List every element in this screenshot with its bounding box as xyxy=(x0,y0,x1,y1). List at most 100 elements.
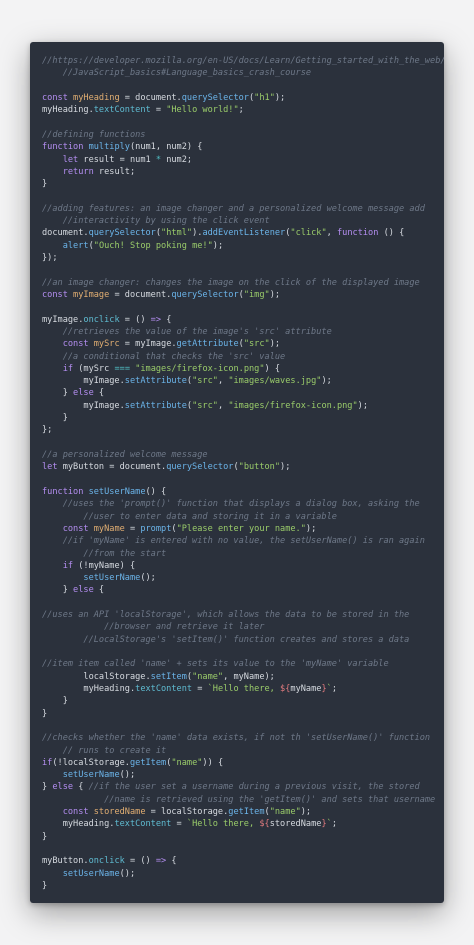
code-string: "images/waves.jpg" xyxy=(228,376,322,387)
code-line: } xyxy=(42,178,438,190)
code-text: ); xyxy=(212,240,224,251)
code-text: (); xyxy=(119,770,136,781)
code-text: localStorage. xyxy=(42,671,151,682)
code-string: "src" xyxy=(192,400,218,411)
code-function-name: querySelector xyxy=(166,462,234,473)
code-function-name: setUserName xyxy=(83,573,141,584)
code-comment: //if the user set a username during a pr… xyxy=(88,782,420,793)
code-text: result; xyxy=(93,166,136,177)
code-string: "Hello world!" xyxy=(166,105,239,116)
code-text: }; xyxy=(42,425,53,436)
code-property: textContent xyxy=(114,819,172,830)
code-string: `Hello there, xyxy=(186,819,260,830)
code-comment: //checks whether the 'name' data exists,… xyxy=(42,733,431,744)
code-text: myHeading. xyxy=(42,105,94,116)
code-comment: //from the start xyxy=(42,548,167,559)
code-keyword: else xyxy=(73,585,94,596)
code-line: myImage.setAttribute("src", "images/fire… xyxy=(42,400,438,412)
code-string: "images/firefox-icon.png" xyxy=(135,363,265,374)
code-identifier: storedName xyxy=(93,807,146,818)
code-text: , xyxy=(217,400,229,411)
code-text: () { xyxy=(378,228,405,239)
code-text: } xyxy=(42,585,74,596)
code-line: const myName = prompt("Please enter your… xyxy=(42,523,438,535)
code-function-name: setAttribute xyxy=(124,376,187,387)
code-text: myImage. xyxy=(42,314,84,325)
code-text: ); xyxy=(274,92,286,103)
code-string: "Please enter your name." xyxy=(176,523,306,534)
code-comment: //a personalized welcome message xyxy=(42,450,208,460)
code-keyword: const xyxy=(62,339,94,350)
code-line: localStorage.setItem("name", myName); xyxy=(42,671,438,683)
code-identifier: myImage xyxy=(73,289,110,300)
code-text: } xyxy=(42,696,68,707)
code-text: () { xyxy=(145,486,167,497)
code-text: )) { xyxy=(202,757,224,768)
code-text: = xyxy=(124,523,141,534)
code-text: ); xyxy=(321,376,332,387)
code-text: (!localStorage. xyxy=(52,757,130,768)
code-function-name: querySelector xyxy=(171,289,239,300)
code-function-name: multiply xyxy=(88,142,130,153)
code-text: myButton. xyxy=(42,856,89,867)
code-line: setUserName(); xyxy=(42,769,438,781)
code-text: = localStorage. xyxy=(145,807,229,818)
code-comment: //a conditional that checks the 'src' va… xyxy=(42,351,286,362)
code-text: { xyxy=(93,585,105,596)
code-text: ); xyxy=(269,289,281,300)
code-text: = () xyxy=(124,856,156,867)
code-text: } xyxy=(42,179,48,190)
code-string: "button" xyxy=(238,462,281,473)
code-text: ); xyxy=(300,807,312,818)
code-line: const storedName = localStorage.getItem(… xyxy=(42,806,438,818)
code-keyword: const xyxy=(42,289,74,300)
code-line: myHeading.textContent = "Hello world!"; xyxy=(42,104,438,116)
code-line: const mySrc = myImage.getAttribute("src"… xyxy=(42,338,438,350)
code-string: "img" xyxy=(243,289,270,300)
code-function-name: prompt xyxy=(140,523,172,534)
code-text: document. xyxy=(42,228,89,239)
code-comment: //adding features: an image changer and … xyxy=(42,203,425,214)
code-line: //checks whether the 'name' data exists,… xyxy=(42,732,438,744)
code-keyword: else xyxy=(52,782,74,793)
code-line: //name is retrieved using the 'getItem()… xyxy=(42,794,438,806)
code-line: let result = num1 * num2; xyxy=(42,154,438,166)
code-line: //item item called 'name' + sets its val… xyxy=(42,658,438,670)
code-line: } xyxy=(42,412,438,424)
code-text: } xyxy=(42,782,53,793)
code-line: myHeading.textContent = `Hello there, ${… xyxy=(42,818,438,830)
code-text: } xyxy=(42,388,74,399)
code-line: //interactivity by using the click event xyxy=(42,215,438,227)
code-line: return result; xyxy=(42,166,438,178)
code-block[interactable]: //https://developer.mozilla.org/en-US/do… xyxy=(42,55,444,892)
code-line: //LocalStorage's 'setItem()' function cr… xyxy=(42,634,438,646)
code-comment: //if 'myName' is entered with no value, … xyxy=(42,536,425,547)
code-line: }; xyxy=(42,424,438,436)
code-text: ); xyxy=(305,523,317,534)
code-comment: //user to enter data and storing it in a… xyxy=(42,511,337,522)
code-string: "name" xyxy=(269,807,301,818)
code-text: ); xyxy=(357,400,369,411)
code-identifier: myName xyxy=(93,523,125,534)
code-line: let myButton = document.querySelector("b… xyxy=(42,461,438,473)
code-keyword: const xyxy=(62,807,94,818)
code-line: }); xyxy=(42,252,438,264)
code-function-name: setItem xyxy=(150,671,187,682)
code-comment: //uses the 'prompt()' function that disp… xyxy=(42,499,420,510)
code-keyword: function xyxy=(337,228,379,239)
code-string: "src" xyxy=(192,376,218,387)
code-line: setUserName(); xyxy=(42,572,438,584)
code-operator: === xyxy=(114,363,130,374)
code-text: myImage. xyxy=(42,376,125,387)
code-function-name: getItem xyxy=(228,807,265,818)
code-text: (num1, num2) { xyxy=(129,142,203,153)
code-property: textContent xyxy=(135,683,193,694)
code-function-name: querySelector xyxy=(181,92,249,103)
